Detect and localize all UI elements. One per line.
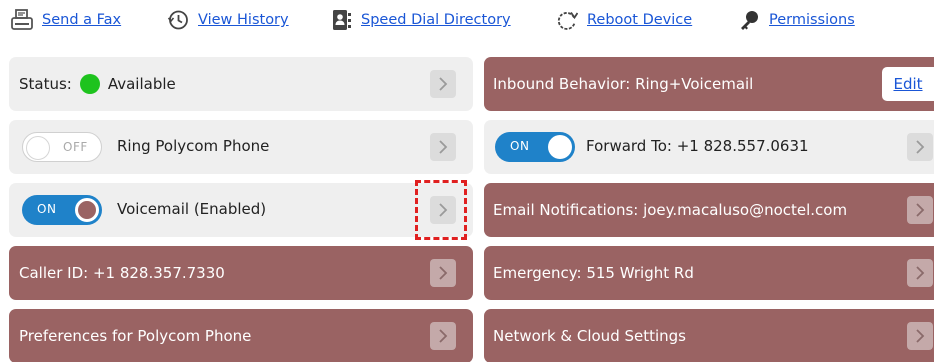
forward-label: Forward To: +1 828.557.0631 [586, 137, 809, 155]
forward-toggle[interactable]: ON [495, 132, 575, 162]
ring-phone-card: OFF Ring Polycom Phone [9, 120, 473, 174]
inbound-behavior-card[interactable]: Inbound Behavior: Ring+Voicemail Edit [484, 57, 934, 111]
reboot-device-label: Reboot Device [587, 12, 693, 28]
status-value: Available [107, 75, 176, 93]
edit-button-label: Edit [893, 75, 923, 93]
contacts-book-icon [329, 8, 353, 32]
fax-icon [10, 8, 34, 32]
toggle-state-label: ON [37, 202, 57, 216]
send-fax-link[interactable]: Send a Fax [10, 8, 121, 32]
caller-id-label: Caller ID: +1 828.357.7330 [19, 264, 225, 282]
permissions-label: Permissions [769, 12, 855, 28]
voicemail-card: ON Voicemail (Enabled) [9, 183, 473, 237]
chevron-right-icon[interactable] [430, 259, 456, 287]
speed-dial-link[interactable]: Speed Dial Directory [329, 8, 511, 32]
speed-dial-label: Speed Dial Directory [361, 12, 511, 28]
send-fax-label: Send a Fax [42, 12, 122, 28]
network-cloud-label: Network & Cloud Settings [493, 327, 687, 345]
voicemail-label: Voicemail (Enabled) [117, 200, 267, 218]
preferences-label: Preferences for Polycom Phone [19, 327, 252, 345]
chevron-right-icon[interactable] [430, 70, 456, 98]
email-notifications-card[interactable]: Email Notifications: joey.macaluso@nocte… [484, 183, 934, 237]
chevron-right-icon[interactable] [430, 322, 456, 350]
chevron-right-icon[interactable] [907, 322, 933, 350]
forward-card: ON Forward To: +1 828.557.0631 [484, 120, 934, 174]
view-history-label: View History [198, 12, 289, 28]
status-card[interactable]: Status: Available [9, 57, 473, 111]
toggle-state-label: ON [510, 139, 530, 153]
chevron-right-icon[interactable] [907, 196, 933, 224]
toggle-knob [75, 198, 99, 222]
chevron-right-icon[interactable] [430, 133, 456, 161]
ring-phone-label: Ring Polycom Phone [117, 137, 270, 155]
network-cloud-card[interactable]: Network & Cloud Settings [484, 309, 934, 362]
toggle-knob [548, 135, 572, 159]
status-indicator-dot [79, 74, 100, 94]
ring-phone-toggle[interactable]: OFF [22, 132, 102, 162]
toggle-knob [26, 136, 50, 160]
chevron-right-icon[interactable] [907, 259, 933, 287]
toolbar: Send a Fax View History Speed Dial Direc… [0, 0, 934, 40]
history-clock-icon [166, 8, 190, 32]
inbound-behavior-label: Inbound Behavior: Ring+Voicemail [493, 75, 754, 93]
highlight-box [415, 180, 467, 240]
permissions-link[interactable]: Permissions [737, 8, 855, 32]
edit-button[interactable]: Edit [882, 67, 934, 101]
chevron-right-icon[interactable] [907, 133, 933, 161]
preferences-card[interactable]: Preferences for Polycom Phone [9, 309, 473, 362]
refresh-icon [555, 8, 579, 32]
emergency-card[interactable]: Emergency: 515 Wright Rd [484, 246, 934, 300]
voicemail-toggle[interactable]: ON [22, 195, 102, 225]
key-icon [737, 8, 761, 32]
toggle-state-label: OFF [63, 140, 88, 154]
reboot-device-link[interactable]: Reboot Device [555, 8, 692, 32]
status-label: Status: [19, 75, 72, 93]
view-history-link[interactable]: View History [166, 8, 289, 32]
emergency-label: Emergency: 515 Wright Rd [493, 264, 694, 282]
caller-id-card[interactable]: Caller ID: +1 828.357.7330 [9, 246, 473, 300]
email-notifications-label: Email Notifications: joey.macaluso@nocte… [493, 201, 848, 219]
